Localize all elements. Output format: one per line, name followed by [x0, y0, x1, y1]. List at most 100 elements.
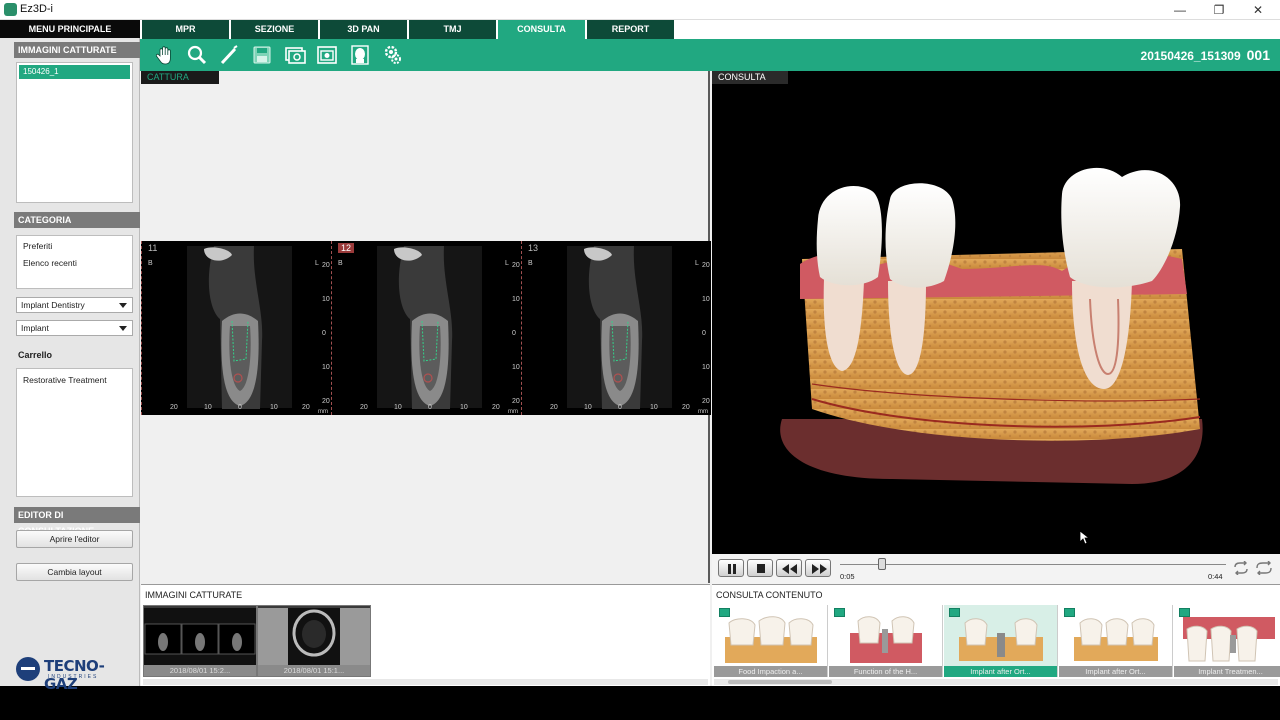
seek-bar[interactable] [840, 564, 1226, 565]
category-list: Preferiti Elenco recenti [16, 235, 133, 289]
cart-item[interactable]: Restorative Treatment [17, 372, 132, 389]
tooth-3d-video[interactable] [712, 99, 1280, 554]
content-strip-scrollbar[interactable] [714, 679, 1278, 685]
category-item-recent[interactable]: Elenco recenti [17, 255, 132, 272]
scale-tick: 10 [512, 296, 520, 303]
content-thumbnail[interactable]: Function of the H... [829, 605, 943, 677]
capture-icon[interactable] [284, 44, 306, 66]
marker-l: L [695, 260, 699, 267]
category-dropdown[interactable]: Implant Dentistry [16, 297, 133, 313]
pause-button[interactable] [718, 559, 744, 577]
cart-header: Carrello [18, 350, 53, 360]
captured-thumbnail[interactable]: 2018/08/01 15:1... [257, 605, 371, 677]
patient-id-text: 20150426_151309 [1140, 49, 1241, 63]
consult-pane: CONSULTA [712, 71, 1280, 583]
scale-tick: 20 [322, 398, 330, 405]
scale-tick: 0 [618, 404, 622, 411]
subcategory-dropdown[interactable]: Implant [16, 320, 133, 336]
ct-slice-strip: 11 B L 20 10 0 10 20 20 10 0 10 20 mm B … [141, 241, 711, 415]
captured-images-header: IMMAGINI CATTURATE [14, 42, 140, 58]
thumbnail-caption: Food Impaction a... [714, 666, 827, 677]
app-window: Ez3D-i — ❐ ✕ MENU PRINCIPALE IMMAGINI CA… [0, 0, 1280, 693]
ct-slice-image: B L 20 10 0 10 20 20 10 0 10 20 mm [148, 246, 330, 415]
thumbnail-image [1183, 617, 1275, 662]
scale-tick: 10 [512, 364, 520, 371]
category-item-favorites[interactable]: Preferiti [17, 238, 132, 255]
subcategory-dropdown-value: Implant [21, 323, 49, 333]
restore-button[interactable]: ❐ [1204, 1, 1234, 19]
scale-tick: 0 [512, 330, 516, 337]
zoom-icon[interactable] [186, 44, 208, 66]
logo-subtext: INDUSTRIES [48, 674, 99, 680]
main-menu-button[interactable]: MENU PRINCIPALE [0, 20, 140, 38]
slice-number-highlighted: 12 [338, 243, 355, 253]
thumbnail-caption: 2018/08/01 15:1... [258, 665, 370, 676]
scrollbar-thumb[interactable] [728, 680, 832, 684]
scale-tick: 20 [322, 262, 330, 269]
fast-forward-button[interactable] [805, 559, 831, 577]
tecno-gaz-logo: TECNO-GAZ INDUSTRIES [14, 654, 136, 693]
content-thumbnail-selected[interactable]: Implant after Ort... [944, 605, 1058, 677]
minimize-button[interactable]: — [1165, 1, 1195, 19]
open-editor-button[interactable]: Aprire l'editor [16, 530, 133, 548]
pen-icon[interactable] [218, 44, 240, 66]
seek-handle[interactable] [878, 558, 887, 570]
camera-icon[interactable] [316, 44, 338, 66]
scale-tick: 0 [238, 404, 242, 411]
thumbnail-image [258, 608, 370, 666]
thumbnail-caption: Implant after Ort... [1059, 666, 1172, 677]
ct-slice-panel[interactable]: B L 20 10 0 10 20 20 10 0 10 20 mm 12 [331, 241, 521, 415]
scale-tick: 20 [360, 404, 368, 411]
repeat-one-icon[interactable] [1232, 561, 1250, 575]
scale-tick: 10 [702, 296, 710, 303]
face-icon[interactable] [349, 44, 371, 66]
content-strip-label: CONSULTA CONTENUTO [716, 590, 823, 600]
scale-tick: 10 [322, 296, 330, 303]
ct-slice-panel[interactable]: 11 B L 20 10 0 10 20 20 10 0 10 20 mm [141, 241, 331, 415]
content-thumbnail[interactable]: Implant after Ort... [1059, 605, 1173, 677]
tab-sezione[interactable]: SEZIONE [231, 20, 318, 39]
app-icon [4, 3, 17, 16]
tab-3d-pan[interactable]: 3D PAN [320, 20, 407, 39]
tab-mpr[interactable]: MPR [142, 20, 229, 39]
captured-strip-scrollbar[interactable] [143, 679, 708, 685]
toolbar: 20150426_151309 001 [140, 39, 1280, 71]
close-button[interactable]: ✕ [1243, 1, 1273, 19]
repeat-all-icon[interactable] [1255, 561, 1273, 575]
cart-list: Restorative Treatment [16, 368, 133, 497]
scale-tick: 10 [204, 404, 212, 411]
captured-image-item[interactable]: 150426_1 [19, 65, 130, 79]
chevron-down-icon [119, 303, 127, 308]
stop-icon [757, 564, 765, 573]
unit-label: mm [698, 409, 708, 415]
change-layout-button[interactable]: Cambia layout [16, 563, 133, 581]
stop-button[interactable] [747, 559, 773, 577]
ct-slice-panel[interactable]: 13 B L 20 10 0 10 20 20 10 0 10 20 mm [521, 241, 711, 415]
rewind-button[interactable] [776, 559, 802, 577]
scale-tick: 10 [584, 404, 592, 411]
hand-icon[interactable] [154, 44, 176, 66]
category-header: CATEGORIA [14, 212, 140, 228]
patient-number: 001 [1246, 47, 1270, 63]
captured-thumbnail[interactable]: 2018/08/01 15:2... [143, 605, 257, 677]
scale-tick: 20 [702, 398, 710, 405]
scale-tick: 20 [702, 262, 710, 269]
title-bar: Ez3D-i — ❐ ✕ [0, 0, 1280, 20]
settings-icon[interactable] [382, 44, 404, 66]
content-thumbnail[interactable]: Implant Treatmen... [1174, 605, 1280, 677]
scale-tick: 10 [394, 404, 402, 411]
thumbnail-image [959, 618, 1043, 661]
content-thumbnail[interactable]: Food Impaction a... [714, 605, 828, 677]
tab-consulta[interactable]: CONSULTA [498, 20, 585, 39]
scale-tick: 10 [270, 404, 278, 411]
thumbnail-caption: Implant after Ort... [944, 666, 1057, 677]
tab-tmj[interactable]: TMJ [409, 20, 496, 39]
mouse-cursor-icon [1080, 531, 1090, 545]
video-controls: 0:05 0:44 [712, 554, 1280, 584]
tab-report[interactable]: REPORT [587, 20, 674, 39]
scale-tick: 10 [460, 404, 468, 411]
marker-l: L [505, 260, 509, 267]
scale-tick: 20 [492, 404, 500, 411]
save-icon[interactable] [251, 44, 273, 66]
consult-content-strip: CONSULTA CONTENUTO Food Impaction a... F… [712, 584, 1280, 686]
